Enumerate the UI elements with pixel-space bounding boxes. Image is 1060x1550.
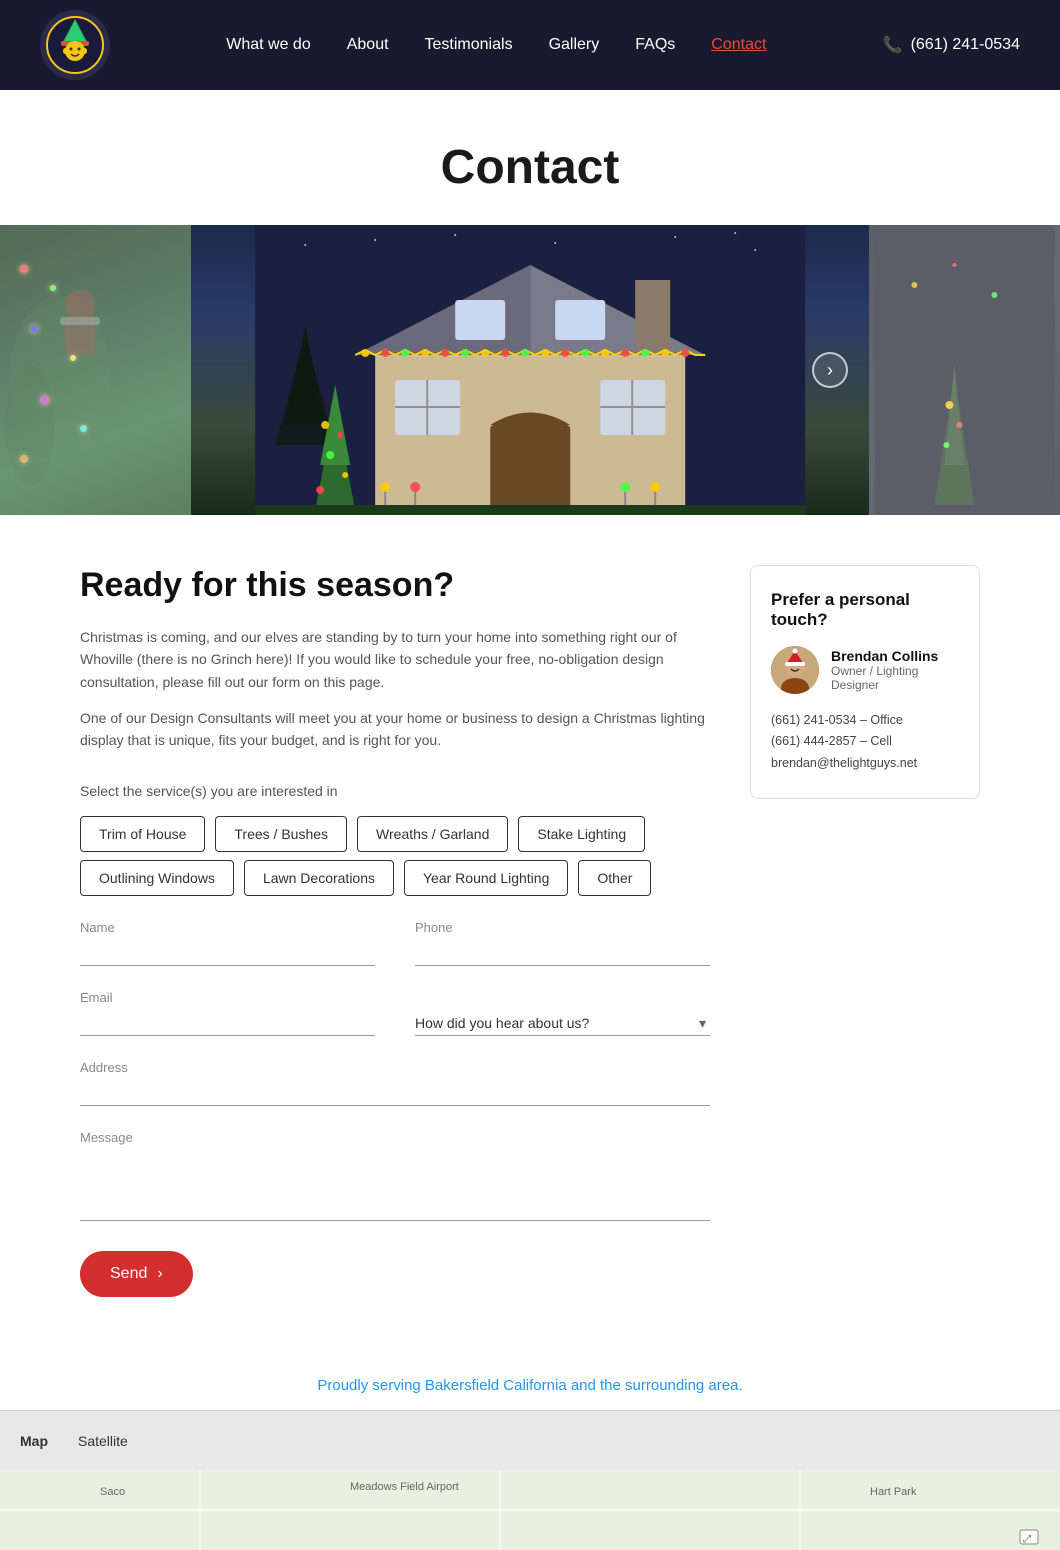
nav-link-faqs[interactable]: FAQs — [635, 36, 675, 53]
hear-about-field: placeholder How did you hear about us? G… — [415, 990, 710, 1036]
svg-text:Meadows Field Airport: Meadows Field Airport — [350, 1481, 459, 1493]
address-label: Address — [80, 1060, 710, 1075]
email-hear-row: Email placeholder How did you hear about… — [80, 990, 710, 1036]
map-bar: Map Satellite — [0, 1410, 1060, 1470]
carousel-right-panel — [869, 225, 1060, 515]
hear-about-select-wrapper: How did you hear about us? Google Facebo… — [415, 1011, 710, 1036]
svg-text:⤢: ⤢ — [1023, 1534, 1031, 1545]
contact-card-title: Prefer a personal touch? — [771, 590, 959, 630]
email-input[interactable] — [80, 1011, 375, 1036]
map-tab-map[interactable]: Map — [20, 1433, 48, 1449]
nav-item-what-we-do[interactable]: What we do — [226, 36, 310, 54]
service-btn-year-round-lighting[interactable]: Year Round Lighting — [404, 860, 568, 896]
phone-input[interactable] — [415, 941, 710, 966]
carousel-left-svg — [0, 225, 191, 515]
contact-email: brendan@thelightguys.net — [771, 753, 959, 774]
avatar-svg — [771, 646, 819, 694]
page-title: Contact — [20, 140, 1040, 195]
carousel: › — [0, 225, 1060, 515]
message-textarea[interactable] — [80, 1151, 710, 1221]
map-preview: Saco Meadows Field Airport Hart Park ⤢ — [0, 1470, 1060, 1550]
nav-phone: 📞 (661) 241-0534 — [883, 35, 1020, 55]
phone-label: Phone — [415, 920, 710, 935]
service-buttons-row-1: Trim of House Trees / Bushes Wreaths / G… — [80, 816, 710, 852]
carousel-left-deco — [0, 225, 191, 515]
footer-serving: Proudly serving Bakersfield California a… — [0, 1347, 1060, 1410]
contact-card: Prefer a personal touch? — [750, 565, 980, 799]
svg-text:Hart Park: Hart Park — [870, 1486, 917, 1498]
message-label: Message — [80, 1130, 710, 1145]
address-input[interactable] — [80, 1081, 710, 1106]
email-field: Email — [80, 990, 375, 1036]
service-btn-other[interactable]: Other — [578, 860, 651, 896]
name-input[interactable] — [80, 941, 375, 966]
contact-phone-office: (661) 241-0534 – Office — [771, 710, 959, 731]
service-buttons-row-2: Outlining Windows Lawn Decorations Year … — [80, 860, 710, 896]
form-heading: Ready for this season? — [80, 565, 710, 606]
svg-text:Saco: Saco — [100, 1486, 125, 1498]
nav-link-what-we-do[interactable]: What we do — [226, 36, 310, 53]
contact-person-info: Brendan Collins Owner / Lighting Designe… — [831, 648, 959, 692]
phone-icon: 📞 — [883, 35, 903, 55]
contact-phone-cell: (661) 444-2857 – Cell — [771, 731, 959, 752]
logo-area — [40, 10, 110, 80]
service-btn-outlining-windows[interactable]: Outlining Windows — [80, 860, 234, 896]
message-field: Message — [80, 1130, 710, 1221]
nav-item-about[interactable]: About — [347, 36, 389, 54]
carousel-left-panel — [0, 225, 191, 515]
nav-item-faqs[interactable]: FAQs — [635, 36, 675, 54]
message-row: Message — [80, 1130, 710, 1221]
nav-phone-number: (661) 241-0534 — [911, 36, 1020, 54]
carousel-next-button[interactable]: › — [812, 352, 848, 388]
hear-about-select[interactable]: How did you hear about us? Google Facebo… — [415, 1011, 710, 1036]
name-phone-row: Name Phone — [80, 920, 710, 966]
nav-item-gallery[interactable]: Gallery — [549, 36, 600, 54]
carousel-inner — [0, 225, 1060, 515]
nav-item-contact[interactable]: Contact — [711, 36, 766, 54]
contact-person: Brendan Collins Owner / Lighting Designe… — [771, 646, 959, 694]
service-btn-wreaths-garland[interactable]: Wreaths / Garland — [357, 816, 508, 852]
phone-field: Phone — [415, 920, 710, 966]
contact-name: Brendan Collins — [831, 648, 959, 664]
address-field: Address — [80, 1060, 710, 1106]
nav-link-contact[interactable]: Contact — [711, 36, 766, 53]
carousel-center-panel — [191, 225, 869, 515]
name-label: Name — [80, 920, 375, 935]
services-label: Select the service(s) you are interested… — [80, 780, 710, 802]
form-paragraph-2: One of our Design Consultants will meet … — [80, 707, 710, 752]
service-btn-trim-of-house[interactable]: Trim of House — [80, 816, 205, 852]
service-btn-trees-bushes[interactable]: Trees / Bushes — [215, 816, 347, 852]
contact-info: (661) 241-0534 – Office (661) 444-2857 –… — [771, 710, 959, 774]
map-preview-svg: Saco Meadows Field Airport Hart Park ⤢ — [0, 1470, 1060, 1550]
carousel-right-svg — [869, 225, 1060, 515]
page-title-section: Contact — [0, 90, 1060, 225]
contact-role: Owner / Lighting Designer — [831, 664, 959, 692]
send-arrow-icon: › — [157, 1265, 162, 1283]
house-svg — [191, 225, 869, 515]
nav-item-testimonials[interactable]: Testimonials — [425, 36, 513, 54]
main-content: Ready for this season? Christmas is comi… — [0, 515, 1060, 1347]
service-btn-lawn-decorations[interactable]: Lawn Decorations — [244, 860, 394, 896]
email-label: Email — [80, 990, 375, 1005]
service-btn-stake-lighting[interactable]: Stake Lighting — [518, 816, 645, 852]
map-tab-satellite[interactable]: Satellite — [78, 1433, 128, 1449]
nav-link-gallery[interactable]: Gallery — [549, 36, 600, 53]
logo — [40, 10, 110, 80]
send-button[interactable]: Send › — [80, 1251, 193, 1297]
address-row: Address — [80, 1060, 710, 1106]
send-label: Send — [110, 1265, 147, 1283]
serving-text: Proudly serving Bakersfield California a… — [317, 1377, 742, 1394]
form-paragraph-1: Christmas is coming, and our elves are s… — [80, 626, 710, 693]
avatar — [771, 646, 819, 694]
name-field: Name — [80, 920, 375, 966]
nav-link-about[interactable]: About — [347, 36, 389, 53]
logo-icon — [45, 15, 105, 75]
navbar: What we do About Testimonials Gallery FA… — [0, 0, 1060, 90]
form-section: Ready for this season? Christmas is comi… — [80, 565, 710, 1297]
nav-links: What we do About Testimonials Gallery FA… — [226, 36, 766, 54]
nav-link-testimonials[interactable]: Testimonials — [425, 36, 513, 53]
chevron-right-icon: › — [827, 360, 833, 381]
